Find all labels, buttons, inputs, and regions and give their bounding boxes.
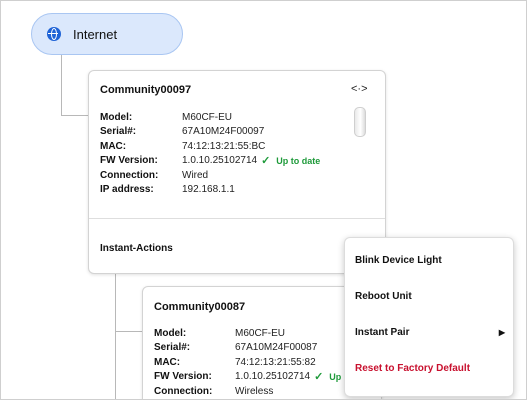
detail-row-mac: MAC: 74:12:13:21:55:82 [154, 355, 341, 370]
detail-value: 74:12:13:21:55:BC [182, 140, 266, 152]
detail-label: Connection: [100, 169, 159, 181]
checkmark-icon: ✓ [314, 371, 324, 384]
detail-label: FW Version: [154, 371, 212, 383]
detail-value: M60CF-EU [235, 327, 286, 339]
detail-row-model: Model: M60CF-EU [154, 326, 341, 341]
device-details: Model: M60CF-EU Serial#: 67A10M24F00097 … [100, 110, 320, 197]
detail-value: 192.168.1.1 [182, 184, 235, 196]
detail-label: Serial#: [100, 126, 137, 138]
device-details: Model: M60CF-EU Serial#: 67A10M24F00087 … [154, 326, 341, 399]
detail-value: 74:12:13:21:55:82 [235, 356, 316, 368]
menu-item-blink-light[interactable]: Blink Device Light [355, 255, 505, 266]
fw-status: Up [329, 371, 342, 382]
detail-value: 1.0.10.25102714 [182, 155, 258, 167]
detail-row-mac: MAC: 74:12:13:21:55:BC [100, 139, 320, 154]
detail-label: Serial#: [154, 342, 191, 354]
card-divider [89, 218, 385, 219]
detail-row-fw: FW Version: 1.0.10.25102714 ✓ Up to date [100, 154, 320, 169]
tree-connector-child [115, 274, 116, 399]
internet-label: Internet [73, 26, 118, 42]
detail-label: Model: [100, 111, 133, 123]
detail-label: FW Version: [100, 155, 158, 167]
globe-icon [47, 27, 61, 41]
detail-value: Wired [182, 169, 209, 181]
device-image [354, 107, 366, 137]
submenu-arrow-icon: ▶ [498, 328, 505, 337]
topology-view: Internet Community00097 <·> Model: M60CF… [0, 0, 527, 400]
checkmark-icon: ✓ [261, 155, 271, 168]
tree-connector-root-h [61, 115, 88, 116]
fw-value-group: 1.0.10.25102714 ✓ Up to date [182, 154, 320, 167]
detail-row-ip: IP address: 192.168.1.1 [100, 183, 320, 198]
detail-label: MAC: [100, 140, 127, 152]
detail-label: IP address: [100, 184, 154, 196]
detail-label: Model: [154, 327, 187, 339]
device-card: Community00097 <·> Model: M60CF-EU Seria… [88, 70, 386, 274]
detail-value: 67A10M24F00087 [235, 342, 318, 354]
detail-row-serial: Serial#: 67A10M24F00087 [154, 341, 341, 356]
detail-row-serial: Serial#: 67A10M24F00097 [100, 125, 320, 140]
detail-value: 67A10M24F00097 [182, 126, 265, 138]
instant-actions-menu: Blink Device Light Reboot Unit Instant P… [344, 237, 514, 397]
menu-item-factory-reset[interactable]: Reset to Factory Default [355, 363, 505, 374]
detail-value: M60CF-EU [182, 111, 233, 123]
tree-connector-root [61, 55, 62, 115]
menu-item-reboot[interactable]: Reboot Unit [355, 291, 505, 302]
device-name: Community00087 [154, 301, 246, 313]
menu-item-label: Reboot Unit [355, 291, 412, 302]
detail-label: MAC: [154, 356, 181, 368]
device-name: Community00097 [100, 84, 192, 96]
instant-actions-button[interactable]: Instant-Actions [100, 243, 173, 254]
expand-arrows-icon[interactable]: <·> [351, 82, 368, 96]
menu-item-instant-pair[interactable]: Instant Pair ▶ [355, 327, 505, 338]
fw-status: Up to date [276, 155, 321, 166]
detail-row-fw: FW Version: 1.0.10.25102714 ✓ Up [154, 370, 341, 385]
menu-item-label: Blink Device Light [355, 255, 442, 266]
menu-item-label: Reset to Factory Default [355, 363, 471, 374]
menu-item-label: Instant Pair [355, 327, 410, 338]
detail-value: 1.0.10.25102714 [235, 371, 311, 383]
detail-value: Wireless [235, 385, 274, 397]
fw-value-group: 1.0.10.25102714 ✓ Up [235, 370, 341, 383]
detail-row-connection: Connection: Wired [100, 168, 320, 183]
internet-node[interactable]: Internet [31, 13, 183, 55]
detail-row-connection: Connection: Wireless [154, 384, 341, 399]
tree-connector-child-h [115, 331, 142, 332]
detail-row-model: Model: M60CF-EU [100, 110, 320, 125]
detail-label: Connection: [154, 385, 213, 397]
